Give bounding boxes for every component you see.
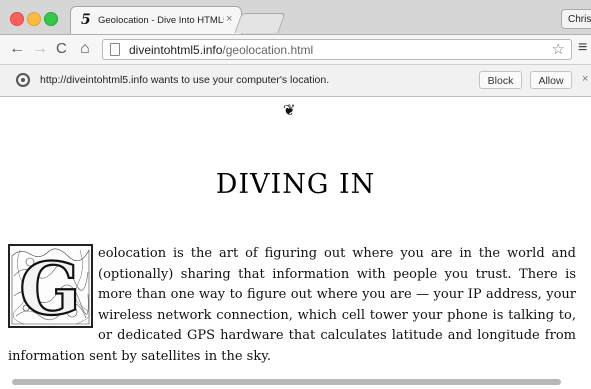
home-icon[interactable]: ⌂ xyxy=(80,40,90,58)
browser-window: 5 Geolocation - Dive Into HTML5 × Chris … xyxy=(0,0,591,389)
horizontal-scrollbar[interactable] xyxy=(12,379,561,385)
fleuron-ornament: ❦ xyxy=(283,101,296,119)
back-arrow-icon[interactable]: ← xyxy=(9,40,25,58)
intro-paragraph: G eolocation is the art of figuring out … xyxy=(8,244,576,368)
paragraph-text: eolocation is the art of figuring out wh… xyxy=(8,246,576,364)
profile-button[interactable]: Chris xyxy=(561,9,591,29)
illuminated-letter-icon: G xyxy=(10,246,91,326)
page-content: ❦ DIVING IN G eolocation is the art of f… xyxy=(0,97,591,389)
drop-cap-image: G xyxy=(8,244,93,328)
block-button[interactable]: Block xyxy=(479,71,522,89)
forward-arrow-icon[interactable]: → xyxy=(32,40,48,58)
window-close-button[interactable] xyxy=(10,12,24,26)
new-tab-button[interactable] xyxy=(234,13,286,33)
page-icon xyxy=(110,43,120,56)
allow-button[interactable]: Allow xyxy=(530,71,572,89)
page-heading: DIVING IN xyxy=(215,169,376,200)
tab-close-icon[interactable]: × xyxy=(226,13,232,25)
reload-icon[interactable]: C xyxy=(56,40,67,58)
tab-strip: 5 Geolocation - Dive Into HTML5 × Chris xyxy=(0,0,591,35)
location-permission-infobar: http://diveintohtml5.info wants to use y… xyxy=(0,65,591,97)
menu-icon[interactable]: ≡ xyxy=(578,39,587,57)
html5-favicon-icon: 5 xyxy=(81,12,91,28)
permission-message: http://diveintohtml5.info wants to use y… xyxy=(40,74,330,86)
location-target-icon xyxy=(16,73,30,87)
browser-toolbar: ← → C ⌂ diveintohtml5.info/geolocation.h… xyxy=(0,35,591,65)
url-path: /geolocation.html xyxy=(222,43,314,57)
infobar-close-icon[interactable]: × xyxy=(582,73,588,85)
address-bar[interactable]: diveintohtml5.info/geolocation.html ☆ xyxy=(102,39,572,60)
url-host: diveintohtml5.info xyxy=(129,43,223,57)
url-text[interactable]: diveintohtml5.info/geolocation.html xyxy=(129,43,313,57)
window-maximize-button[interactable] xyxy=(44,12,58,26)
window-minimize-button[interactable] xyxy=(27,12,41,26)
drop-cap-letter: G xyxy=(19,246,81,326)
tab-geolocation[interactable]: 5 Geolocation - Dive Into HTML5 × xyxy=(70,6,242,34)
tab-title: Geolocation - Dive Into HTML5 xyxy=(98,15,224,26)
bookmark-star-icon[interactable]: ☆ xyxy=(552,40,565,58)
